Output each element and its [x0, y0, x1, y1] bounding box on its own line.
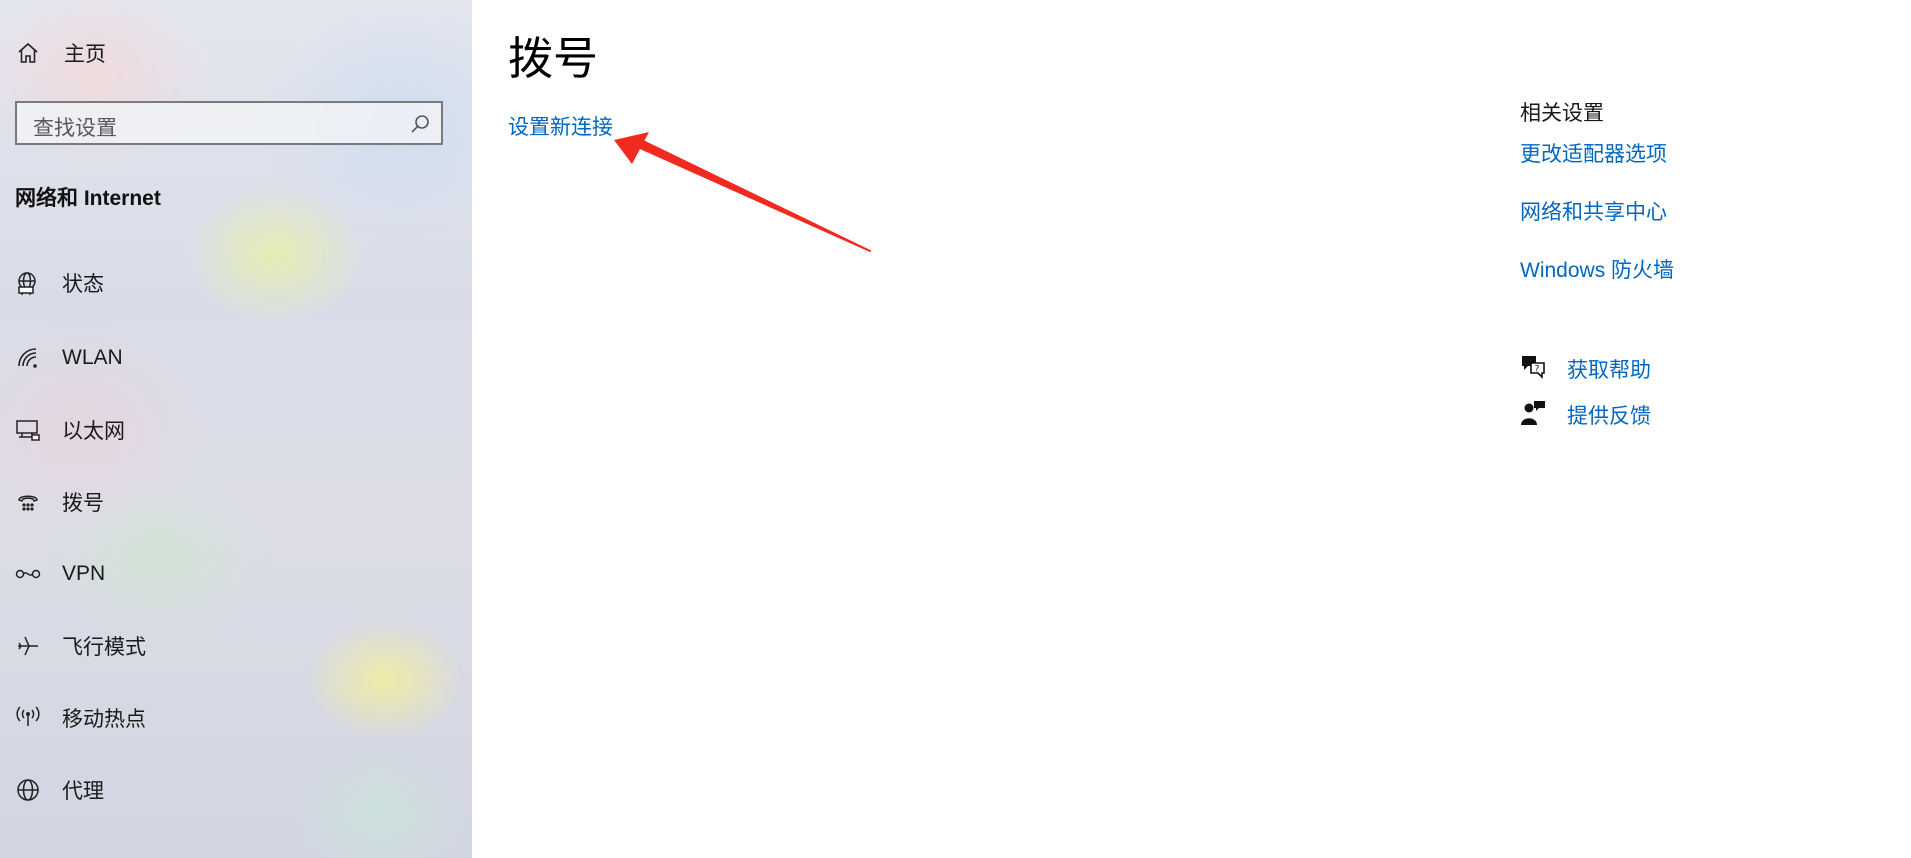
- sidebar-item-proxy[interactable]: 代理: [0, 765, 472, 815]
- vpn-icon: [14, 560, 42, 588]
- sidebar-item-mobile-hotspot[interactable]: 移动热点: [0, 693, 472, 743]
- page-title: 拨号: [508, 33, 599, 84]
- dialup-icon: [14, 488, 42, 516]
- network-sharing-center-link[interactable]: 网络和共享中心: [1520, 196, 1667, 226]
- home-nav-item[interactable]: 主页: [0, 28, 472, 78]
- svg-text:?: ?: [1535, 365, 1540, 375]
- get-help-link[interactable]: 获取帮助: [1567, 354, 1651, 384]
- globe-status-icon: [14, 269, 42, 297]
- feedback-icon: [1519, 399, 1547, 427]
- ethernet-icon: [14, 416, 42, 444]
- sidebar-item-label: VPN: [62, 562, 106, 585]
- change-adapter-options-link[interactable]: 更改适配器选项: [1520, 138, 1667, 168]
- sidebar-item-status[interactable]: 状态: [0, 258, 472, 308]
- sidebar-item-label: WLAN: [62, 346, 123, 369]
- sidebar-item-label: 以太网: [62, 420, 125, 443]
- sidebar-item-label: 状态: [62, 273, 104, 296]
- hotspot-icon: [14, 704, 42, 732]
- sidebar-item-label: 飞行模式: [62, 636, 146, 659]
- home-icon: [14, 39, 42, 67]
- sidebar: 主页 查找设置 网络和 Internet 状态 WLAN 以太网 拨号 VPN …: [0, 0, 472, 858]
- globe-icon: [14, 776, 42, 804]
- sidebar-item-dialup[interactable]: 拨号: [0, 477, 472, 527]
- sidebar-item-ethernet[interactable]: 以太网: [0, 405, 472, 455]
- setup-new-connection-link[interactable]: 设置新连接: [508, 111, 613, 141]
- get-help-icon: ?: [1519, 352, 1547, 380]
- section-title: 网络和 Internet: [15, 187, 161, 210]
- search-placeholder: 查找设置: [33, 117, 117, 140]
- windows-firewall-link[interactable]: Windows 防火墙: [1520, 254, 1674, 284]
- search-icon[interactable]: [409, 113, 431, 135]
- wifi-icon: [14, 344, 42, 372]
- sidebar-item-label: 移动热点: [62, 708, 146, 731]
- sidebar-item-label: 代理: [62, 780, 104, 803]
- search-input[interactable]: 查找设置: [15, 101, 443, 145]
- sidebar-item-airplane-mode[interactable]: 飞行模式: [0, 621, 472, 671]
- airplane-icon: [14, 632, 42, 660]
- related-settings-title: 相关设置: [1520, 102, 1604, 125]
- sidebar-item-vpn[interactable]: VPN: [0, 549, 472, 599]
- sidebar-item-label: 拨号: [62, 492, 104, 515]
- feedback-link[interactable]: 提供反馈: [1567, 400, 1651, 430]
- home-label: 主页: [64, 43, 106, 66]
- sidebar-item-wlan[interactable]: WLAN: [0, 333, 472, 383]
